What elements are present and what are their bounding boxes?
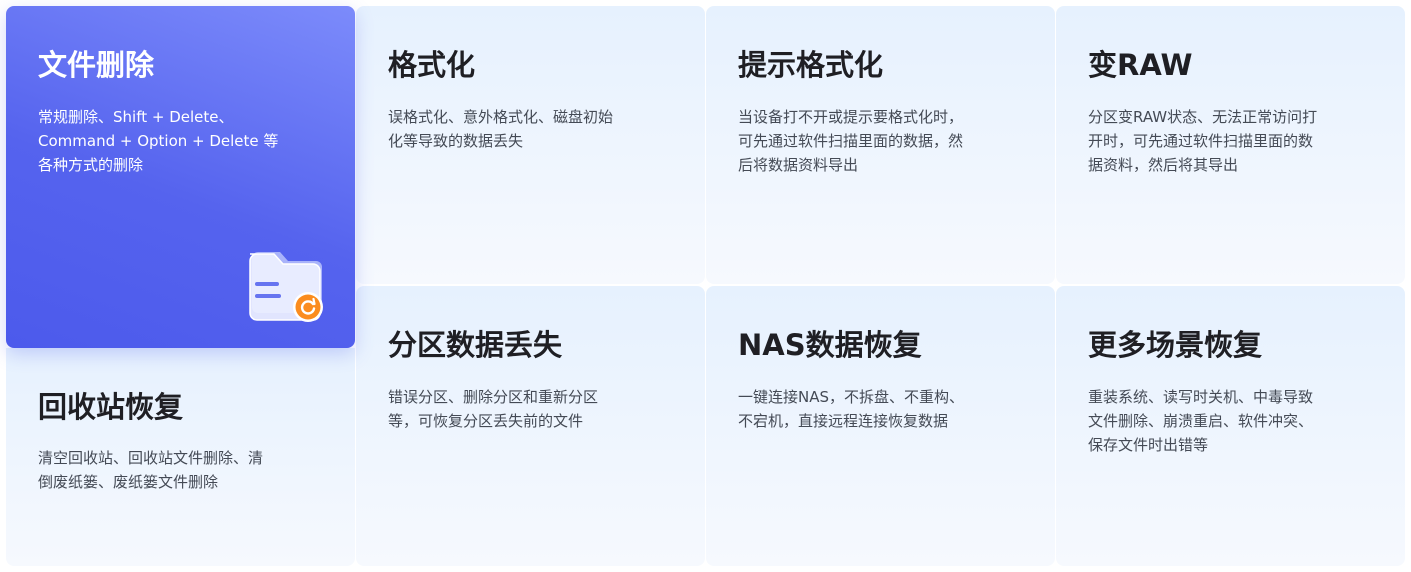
card-title: 分区数据丢失 <box>388 328 563 362</box>
card-description: 当设备打不开或提示要格式化时，可先通过软件扫描里面的数据，然后将数据资料导出 <box>738 108 964 174</box>
card-description: 重装系统、读写时关机、中毒导致文件删除、崩溃重启、软件冲突、保存文件时出错等 <box>1088 388 1314 454</box>
card-title: 变RAW <box>1088 48 1193 82</box>
card-description: 错误分区、删除分区和重新分区等，可恢复分区丢失前的文件 <box>388 388 599 430</box>
card-description: 一键连接NAS，不拆盘、不重构、不宕机，直接远程连接恢复数据 <box>738 388 965 430</box>
card-file-deletion[interactable]: 文件删除 常规删除、Shift + Delete、Command + Optio… <box>6 6 355 348</box>
card-partition-data-loss[interactable]: 分区数据丢失 错误分区、删除分区和重新分区等，可恢复分区丢失前的文件 <box>356 286 705 566</box>
card-description: 分区变RAW状态、无法正常访问打开时，可先通过软件扫描里面的数据资料，然后将其导… <box>1088 108 1318 174</box>
card-description: 清空回收站、回收站文件删除、清倒废纸篓、废纸篓文件删除 <box>38 449 264 491</box>
folder-recover-icon <box>249 252 323 322</box>
card-title: 更多场景恢复 <box>1088 328 1263 362</box>
card-description: 常规删除、Shift + Delete、Command + Option + D… <box>38 108 279 174</box>
card-more-scenarios[interactable]: 更多场景恢复 重装系统、读写时关机、中毒导致文件删除、崩溃重启、软件冲突、保存文… <box>1056 286 1405 566</box>
card-title: 回收站恢复 <box>38 390 184 424</box>
card-description: 误格式化、意外格式化、磁盘初始化等导致的数据丢失 <box>388 108 614 150</box>
card-title: 文件删除 <box>38 48 155 82</box>
card-nas-recovery[interactable]: NAS数据恢复 一键连接NAS，不拆盘、不重构、不宕机，直接远程连接恢复数据 <box>706 286 1055 566</box>
card-raw-partition[interactable]: 变RAW 分区变RAW状态、无法正常访问打开时，可先通过软件扫描里面的数据资料，… <box>1056 6 1405 284</box>
card-format[interactable]: 格式化 误格式化、意外格式化、磁盘初始化等导致的数据丢失 <box>356 6 705 284</box>
card-title: 提示格式化 <box>738 48 884 82</box>
scenario-grid: 文件删除 常规删除、Shift + Delete、Command + Optio… <box>0 0 1411 572</box>
card-recycle-bin-recovery[interactable]: 回收站恢复 清空回收站、回收站文件删除、清倒废纸篓、废纸篓文件删除 <box>6 348 355 566</box>
card-title: NAS数据恢复 <box>738 328 922 362</box>
card-title: 格式化 <box>388 48 476 82</box>
card-format-prompt[interactable]: 提示格式化 当设备打不开或提示要格式化时，可先通过软件扫描里面的数据，然后将数据… <box>706 6 1055 284</box>
